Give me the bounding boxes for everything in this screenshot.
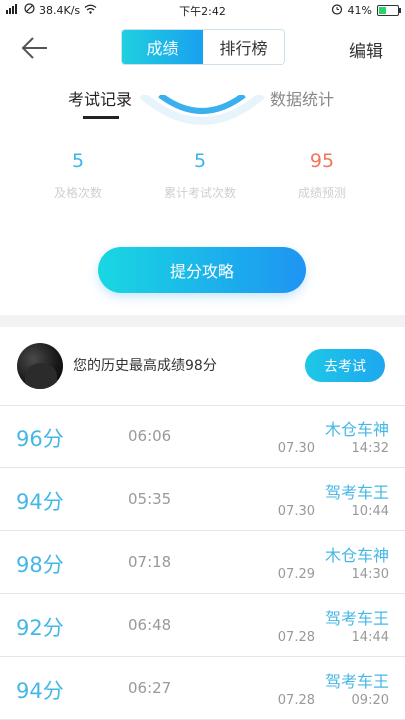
record-duration: 06:48 (128, 616, 172, 634)
record-title: 木仓车神 (324, 546, 389, 565)
back-arrow-icon (21, 37, 47, 59)
record-duration: 06:27 (128, 679, 172, 697)
battery-icon (377, 5, 401, 16)
best-score-text: 您的历史最高成绩98分 (73, 358, 217, 374)
stats-card: 5 及格次数 5 累计考试次数 95 成绩预测 提分攻略 (0, 95, 405, 315)
record-score: 98分 (16, 553, 64, 577)
status-right: 41% (331, 3, 401, 18)
record-date: 07.30 (277, 441, 315, 456)
record-date: 07.30 (277, 504, 315, 519)
stat-label: 成绩预测 (297, 186, 346, 200)
record-title: 驾考车王 (324, 609, 389, 628)
tab-data-stats[interactable]: 数据统计 (270, 86, 334, 110)
record-time: 10:44 (351, 504, 389, 519)
battery-percent: 41% (347, 4, 372, 17)
back-button[interactable] (20, 35, 50, 61)
record-time: 09:20 (351, 693, 389, 708)
stat-value: 95 (309, 150, 335, 172)
table-row[interactable]: 96分 06:06 木仓车神 07.30 14:32 (0, 405, 405, 468)
tab-score[interactable]: 成绩 (122, 30, 203, 64)
record-score: 96分 (16, 427, 64, 451)
battery-fill (379, 7, 387, 14)
record-title: 木仓车神 (324, 420, 389, 439)
table-row[interactable]: 94分 05:35 驾考车王 07.30 10:44 (0, 468, 405, 531)
record-time: 14:44 (351, 630, 389, 645)
best-score-row: 您的历史最高成绩98分 去考试 (0, 327, 405, 406)
record-date: 07.28 (277, 693, 315, 708)
tab-exam-records[interactable]: 考试记录 (68, 86, 132, 110)
record-time: 14:30 (351, 567, 389, 582)
record-date: 07.28 (277, 630, 315, 645)
table-row[interactable]: 98分 07:18 木仓车神 07.29 14:30 (0, 531, 405, 594)
stat-value: 5 (71, 150, 85, 172)
stat-score-prediction: 95 成绩预测 (272, 150, 372, 201)
edit-button[interactable]: 编辑 (349, 37, 383, 62)
record-score: 92分 (16, 616, 64, 640)
tab-ranking[interactable]: 排行榜 (203, 30, 284, 64)
record-title: 驾考车王 (324, 483, 389, 502)
table-row[interactable]: 94分 06:27 驾考车王 07.28 09:20 (0, 657, 405, 720)
status-bar: 38.4K/s 下午2:42 41% (0, 0, 405, 20)
segment-control: 成绩 排行榜 (121, 29, 285, 65)
record-duration: 05:35 (128, 490, 172, 508)
active-tab-indicator (83, 116, 119, 119)
alarm-icon (331, 3, 343, 18)
record-title: 驾考车王 (324, 672, 389, 691)
record-time: 14:32 (351, 441, 389, 456)
records-list: 96分 06:06 木仓车神 07.30 14:32 94分 05:35 驾考车… (0, 405, 405, 720)
avatar (17, 343, 63, 389)
go-exam-button[interactable]: 去考试 (305, 349, 385, 382)
section-divider (0, 315, 405, 327)
improve-tips-button[interactable]: 提分攻略 (98, 247, 306, 293)
stat-value: 5 (193, 150, 207, 172)
stat-total-exams: 5 累计考试次数 (150, 150, 250, 201)
record-score: 94分 (16, 679, 64, 703)
header: 成绩 排行榜 编辑 (0, 20, 405, 74)
record-date: 07.29 (277, 567, 315, 582)
record-score: 94分 (16, 490, 64, 514)
stat-label: 及格次数 (53, 186, 102, 200)
table-row[interactable]: 92分 06:48 驾考车王 07.28 14:44 (0, 594, 405, 657)
stat-pass-count: 5 及格次数 (28, 150, 128, 201)
record-duration: 07:18 (128, 553, 172, 571)
score-gauge-arc (140, 95, 264, 125)
stat-label: 累计考试次数 (163, 186, 236, 200)
record-duration: 06:06 (128, 427, 172, 445)
